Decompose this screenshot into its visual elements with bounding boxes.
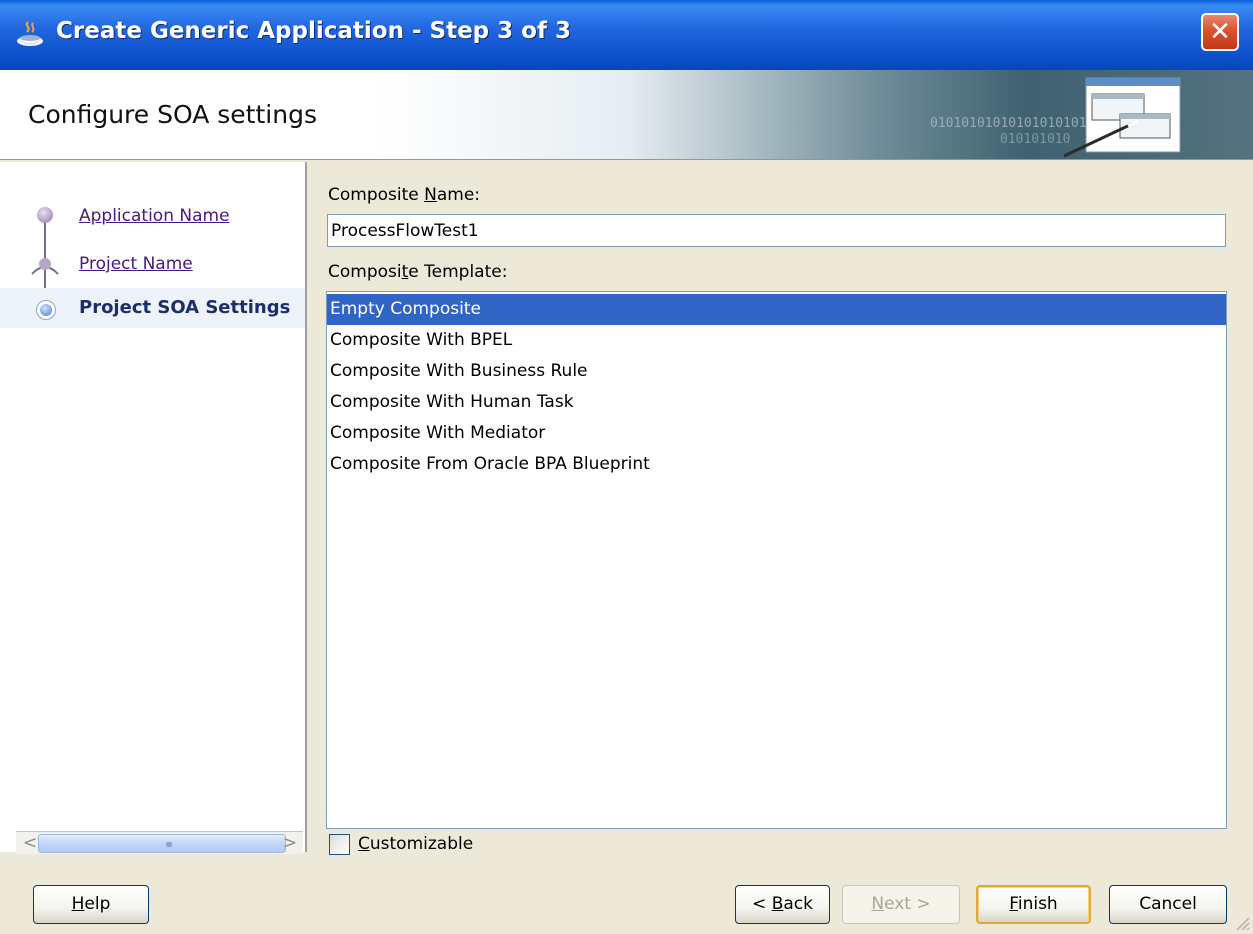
list-item[interactable]: Composite From Oracle BPA Blueprint [327,449,1226,480]
list-item[interactable]: Composite With BPEL [327,325,1226,356]
customizable-checkbox[interactable] [329,834,350,855]
list-item[interactable]: Empty Composite [327,294,1226,325]
banner-decor-text-2: 010101010 [1000,132,1071,147]
nav-horizontal-scrollbar[interactable]: < > [16,831,303,854]
scroll-thumb[interactable] [38,834,286,853]
composite-template-label: Composite Template: [328,262,508,282]
list-item[interactable]: Composite With Business Rule [327,356,1226,387]
page-title: Configure SOA settings [28,100,317,129]
help-button[interactable]: Help [33,885,149,924]
java-cup-icon [17,21,43,46]
current-step-icon [36,300,56,320]
scroll-grip-icon [166,842,172,847]
wizard-window: Create Generic Application - Step 3 of 3… [0,0,1253,934]
nav-step-project-name[interactable]: Project Name [79,254,193,274]
close-button[interactable]: ✕ [1201,13,1239,51]
composite-name-label: Composite Name: [328,185,481,205]
next-button[interactable]: Next > [842,885,960,924]
composite-name-input[interactable]: ProcessFlowTest1 [327,214,1226,247]
close-icon: ✕ [1209,17,1231,47]
nav-step-project-soa-settings: Project SOA Settings [79,297,291,318]
title-bar[interactable]: Create Generic Application - Step 3 of 3… [0,0,1253,70]
nav-step-application-name[interactable]: Application Name [79,206,230,226]
step-dot-icon [37,207,53,223]
step-junction-icon [31,258,59,275]
customizable-label[interactable]: Customizable [358,834,473,854]
list-item[interactable]: Composite With Mediator [327,418,1226,449]
resize-grip-icon[interactable] [1234,915,1250,931]
finish-button[interactable]: Finish [976,885,1091,924]
scroll-left-icon[interactable]: < [20,832,40,854]
composite-template-list[interactable]: Empty Composite Composite With BPEL Comp… [326,291,1227,829]
cancel-button[interactable]: Cancel [1109,885,1227,924]
scroll-right-icon[interactable]: > [280,832,300,854]
wizard-windows-icon [1063,77,1181,158]
window-title: Create Generic Application - Step 3 of 3 [56,18,571,44]
list-item[interactable]: Composite With Human Task [327,387,1226,418]
back-button[interactable]: < Back [735,885,830,924]
step-navigator: Application Name Project Name Project SO… [0,162,307,852]
